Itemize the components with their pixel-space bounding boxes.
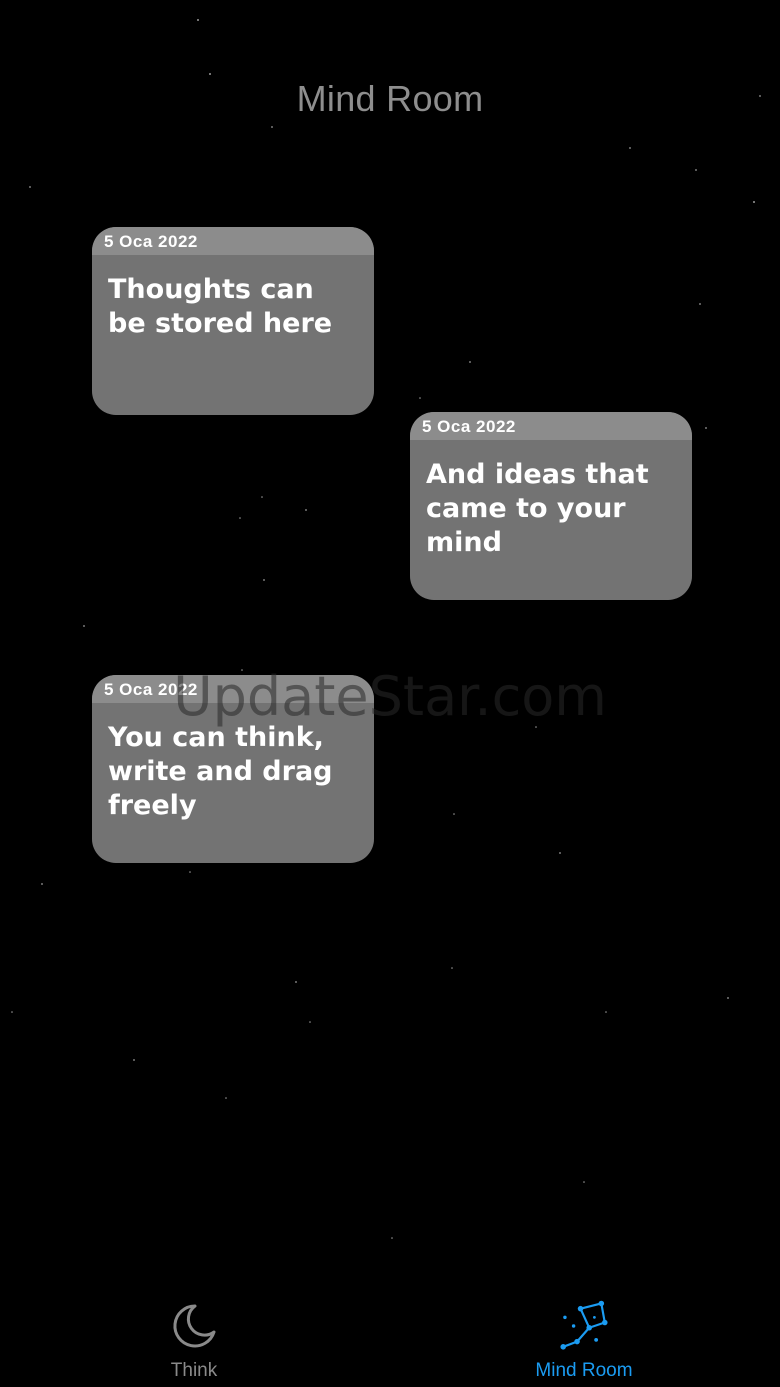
tab-bar: Think Mind Room xyxy=(0,1290,780,1387)
tab-think[interactable]: Think xyxy=(94,1300,294,1387)
moon-icon xyxy=(173,1304,216,1348)
thought-card-date: 5 Oca 2022 xyxy=(92,675,374,703)
thought-card-text: You can think, write and drag freely xyxy=(108,722,333,821)
tab-think-label: Think xyxy=(170,1360,218,1381)
constellation-icon xyxy=(560,1300,608,1350)
tab-mind-room[interactable]: Mind Room xyxy=(484,1300,684,1387)
thought-card-date: 5 Oca 2022 xyxy=(410,412,692,440)
page-title: Mind Room xyxy=(296,78,484,119)
thought-card[interactable]: 5 Oca 2022 Thoughts can be stored here xyxy=(92,227,374,415)
thought-card[interactable]: 5 Oca 2022 You can think, write and drag… xyxy=(92,675,374,863)
thought-card[interactable]: 5 Oca 2022 And ideas that came to your m… xyxy=(410,412,692,600)
thought-card-text: Thoughts can be stored here xyxy=(108,274,333,339)
tab-mind-room-label: Mind Room xyxy=(535,1360,633,1381)
thought-card-date: 5 Oca 2022 xyxy=(92,227,374,255)
thought-card-text: And ideas that came to your mind xyxy=(426,459,649,558)
